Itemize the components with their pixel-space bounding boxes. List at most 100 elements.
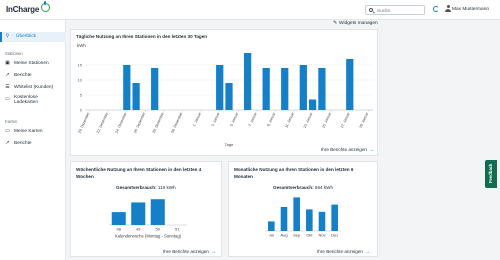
sidebar-item-my-cards[interactable]: ▭ Meine Karten — [0, 127, 66, 137]
x-axis-label: Tage — [225, 142, 234, 147]
arrow-right-icon: → — [368, 147, 375, 153]
sidebar-item-card-reports[interactable]: ↗ Berichte — [0, 139, 66, 149]
monthly-total-value: 564 kWh — [314, 185, 334, 190]
x-tick-label: Okt — [306, 233, 313, 238]
reports-link-label: Ihre Berichte anzeigen — [321, 147, 367, 152]
search-input[interactable] — [377, 8, 423, 13]
sidebar-item-label: Berichte — [14, 73, 32, 78]
weekly-total-value: 119 kWh — [157, 185, 176, 190]
list-icon: ☰ — [5, 84, 10, 90]
weekly-usage-chart: 48 49 50 51 Kalenderwoche (Montag - Sonntag) — [109, 199, 187, 239]
monthly-usage-widget: Monatliche Nutzung an Ihren Stationen in… — [228, 161, 378, 257]
bar — [132, 83, 140, 110]
x-tick-label: 50 — [156, 227, 161, 232]
bar — [280, 207, 288, 231]
user-icon[interactable] — [445, 5, 451, 13]
sidebar-section-cards: Karten — [5, 119, 18, 124]
weekly-total: Gesamtverbrauch: 119 kWh — [116, 185, 176, 190]
sidebar-item-label: Berichte — [14, 141, 32, 146]
y-tick-label: 15 — [78, 63, 83, 68]
arrow-right-icon: → — [210, 249, 217, 255]
x-tick-label: 3. Januar — [211, 111, 221, 127]
bar — [299, 65, 307, 110]
search-box[interactable] — [365, 5, 425, 15]
sidebar-item-overview[interactable]: ⚲ Überblick — [0, 32, 66, 42]
bar — [150, 199, 165, 225]
reports-link-label: Ihre Berichte anzeigen — [317, 249, 363, 254]
card-icon: ▭ — [5, 96, 10, 102]
pencil-icon: ✎ — [333, 20, 338, 26]
x-tick-label: 28. Dezember — [152, 111, 166, 134]
monthly-total-label: Gesamtverbrauch: — [273, 185, 314, 190]
bar — [123, 65, 131, 110]
manage-widgets-label: Widgets managen — [339, 21, 378, 26]
top-bar: InCharge Max Mustermann — [0, 0, 500, 20]
bar — [111, 212, 126, 225]
reports-link-label: Ihre Berichte anzeigen — [163, 249, 209, 254]
x-tick-label: 24. Dezember — [115, 111, 129, 134]
trend-icon: ↗ — [5, 140, 10, 146]
monthly-total: Gesamtverbrauch: 564 kWh — [273, 185, 333, 190]
x-tick-label: 11. Januar — [284, 111, 295, 129]
sidebar-item-station-reports[interactable]: ↗ Berichte — [0, 71, 66, 81]
weekly-usage-widget: Wöchentliche Nutzung an Ihren Stationen … — [70, 161, 222, 257]
bar — [131, 202, 146, 225]
bar — [331, 204, 338, 231]
reports-link[interactable]: Ihre Berichte anzeigen → — [163, 249, 216, 255]
sidebar-item-whitelist[interactable]: ☰ Whitelist (Kunden) — [0, 83, 66, 93]
bar — [293, 197, 300, 231]
x-tick-label: 51 — [175, 227, 180, 232]
sidebar: ⚲ Überblick Stationen ▣ Meine Stationen … — [0, 20, 66, 260]
daily-usage-widget: Tägliche Nutzung an Ihren Stationen in d… — [70, 29, 378, 156]
sidebar-item-my-stations[interactable]: ▣ Meine Stationen — [0, 59, 66, 69]
daily-usage-chart: kWh 0 5 10 15 20. Dezember 22. Dezember 24. Dez… — [77, 43, 373, 147]
sidebar-item-label: Meine Karten — [14, 129, 43, 134]
bar — [268, 221, 275, 231]
user-name[interactable]: Max Mustermann — [452, 7, 489, 12]
x-tick-label: 17. Januar — [340, 111, 351, 129]
bar — [243, 53, 252, 110]
x-tick-label: 9. Januar — [266, 111, 276, 127]
weekly-total-label: Gesamtverbrauch: — [116, 185, 157, 190]
x-tick-label: 49 — [136, 227, 141, 232]
feedback-tab[interactable]: Feedback — [485, 160, 497, 188]
bar — [318, 68, 326, 110]
manage-widgets-button[interactable]: ✎ Widgets managen — [333, 20, 378, 27]
y-axis-label: kWh — [77, 43, 86, 48]
location-pin-icon: ⚲ — [5, 33, 10, 39]
bar — [225, 83, 233, 110]
feedback-label: Feedback — [488, 163, 493, 183]
x-axis-label: Kalenderwoche (Montag - Sonntag) — [115, 234, 182, 239]
sidebar-item-free-cards[interactable]: ▭ Kostenlose Ladekarten — [0, 95, 66, 105]
bar — [216, 65, 224, 110]
bar — [151, 68, 159, 110]
search-icon — [369, 8, 373, 12]
trend-icon: ↗ — [5, 72, 10, 78]
card-icon: ▭ — [5, 128, 10, 134]
widget-title: Monatliche Nutzung an Ihren Stationen in… — [234, 167, 354, 179]
bar — [308, 99, 317, 110]
bar — [306, 209, 313, 231]
sidebar-item-label: Überblick — [16, 34, 36, 39]
x-tick-label: 7. Januar — [248, 111, 258, 127]
x-tick-label: 48 — [117, 227, 122, 232]
x-tick-label: 26. Dezember — [133, 111, 147, 134]
monthly-usage-chart: Jul Aug Sep Okt Nov Dez — [265, 197, 341, 238]
x-tick-label: 13. Januar — [303, 111, 314, 129]
y-tick-label: 0 — [80, 108, 83, 113]
sidebar-item-label: Kostenlose Ladekarten — [14, 95, 39, 105]
x-tick-label: 15. Januar — [321, 111, 332, 129]
x-tick-label: Sep — [293, 233, 301, 238]
x-tick-label: Jul — [269, 233, 274, 238]
reports-link[interactable]: Ihre Berichte anzeigen → — [317, 249, 370, 255]
reports-link[interactable]: Ihre Berichte anzeigen → — [321, 147, 374, 153]
x-tick-label: 22. Dezember — [96, 111, 110, 134]
sidebar-item-label: Meine Stationen — [14, 61, 49, 66]
x-tick-label: 1. Januar — [192, 111, 202, 127]
x-tick-label: 5. Januar — [229, 111, 239, 127]
bar — [262, 68, 270, 110]
refresh-icon[interactable] — [433, 6, 439, 12]
logo-power-icon — [41, 1, 50, 12]
x-tick-label: 30. Dezember — [170, 111, 184, 134]
app-logo[interactable]: InCharge — [6, 5, 39, 14]
